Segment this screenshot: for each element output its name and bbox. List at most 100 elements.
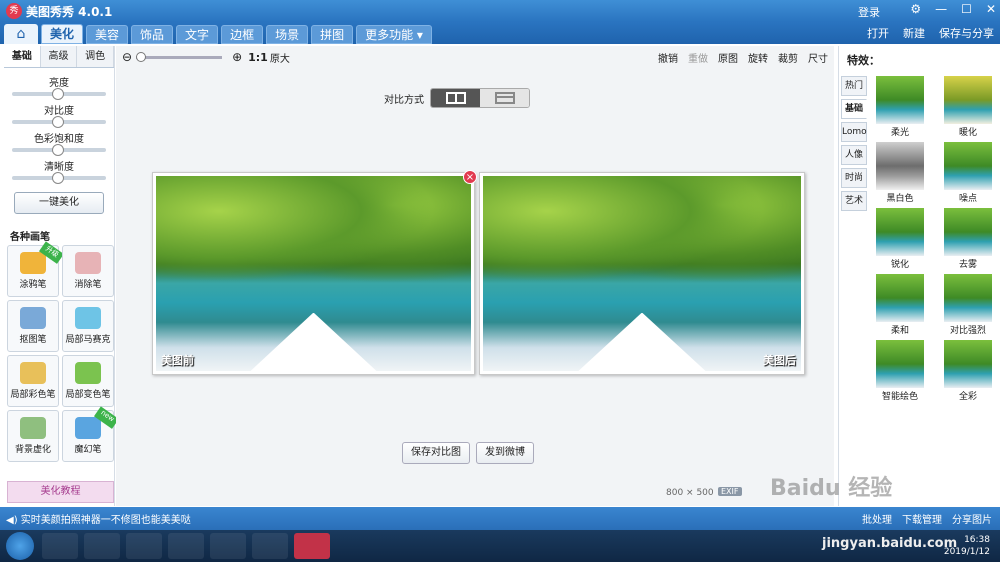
tab-beautify[interactable]: 美化 <box>41 24 84 44</box>
zoom-in-icon[interactable]: ⊕ <box>232 50 242 64</box>
send-weibo-button[interactable]: 发到微博 <box>476 442 534 464</box>
taskbar-app-icon[interactable] <box>84 533 120 559</box>
new-button[interactable]: 新建 <box>903 25 925 41</box>
effect-black-white[interactable]: 黑白色 <box>871 140 929 206</box>
resize-button[interactable]: 尺寸 <box>808 50 828 65</box>
effect-thumbnail <box>944 274 992 322</box>
mosaic-brush[interactable]: 局部马赛克 <box>62 300 114 352</box>
brightness-slider[interactable] <box>12 88 106 100</box>
tab-fashion[interactable]: 时尚 <box>841 168 867 188</box>
doodle-brush[interactable]: 涂鸦笔 升级 <box>7 241 64 297</box>
tab-text[interactable]: 文字 <box>176 25 219 44</box>
subtab-basic[interactable]: 基础 <box>4 46 41 67</box>
effect-noise[interactable]: 噪点 <box>939 140 997 206</box>
taskbar-app-icon[interactable] <box>252 533 288 559</box>
zoom-out-icon[interactable]: ⊖ <box>122 50 132 64</box>
tab-beauty[interactable]: 美容 <box>86 25 129 44</box>
after-photo: 美图后 <box>483 176 801 371</box>
before-photo-frame: 美图前 × <box>152 170 477 375</box>
effect-smart-color[interactable]: 智能绘色 <box>871 338 929 404</box>
zoom-knob[interactable] <box>136 51 147 62</box>
eraser-icon <box>75 252 101 274</box>
one-key-beautify-button[interactable]: 一键美化 <box>14 192 104 214</box>
undo-button[interactable]: 撤销 <box>658 50 678 65</box>
blur-background-brush[interactable]: 背景虚化 <box>7 410 59 462</box>
exif-badge[interactable]: EXIF <box>718 487 742 496</box>
mosaic-icon <box>75 307 101 329</box>
brightness-label: 亮度 <box>49 78 69 89</box>
tab-accessories[interactable]: 饰品 <box>131 25 174 44</box>
status-message[interactable]: ◀) 实时美颜拍照神器一不修图也能美美哒 <box>6 511 191 526</box>
effect-warm[interactable]: 暖化 <box>939 74 997 140</box>
original-button[interactable]: 原图 <box>718 50 738 65</box>
close-compare-icon[interactable]: × <box>463 170 477 184</box>
eraser-brush[interactable]: 消除笔 <box>62 245 114 297</box>
skin-icon[interactable]: ⚙ <box>910 2 921 16</box>
open-button[interactable]: 打开 <box>867 25 889 41</box>
subtab-color[interactable]: 调色 <box>77 46 115 67</box>
side-by-side-option[interactable] <box>431 89 480 107</box>
title-bar: 秀 美图秀秀 4.0.1 登录 ⚙ — ☐ ✕ <box>0 0 1000 22</box>
slider-knob[interactable] <box>52 88 64 100</box>
effect-soft[interactable]: 柔和 <box>871 272 929 338</box>
tutorial-button[interactable]: 美化教程 <box>7 481 114 503</box>
taskbar-app-icon[interactable] <box>210 533 246 559</box>
saturation-slider[interactable] <box>12 144 106 156</box>
rotate-button[interactable]: 旋转 <box>748 50 768 65</box>
taskbar-app-icon[interactable] <box>126 533 162 559</box>
effects-panel: 特效： 热门 基础 Lomo 人像 时尚 艺术 柔光 暖化 黑白色 噪点 锐化 … <box>838 46 1000 506</box>
cutout-brush[interactable]: 抠图笔 <box>7 300 59 352</box>
effect-high-contrast[interactable]: 对比强烈 <box>939 272 997 338</box>
close-icon[interactable]: ✕ <box>986 2 996 16</box>
zoom-slider[interactable] <box>136 51 223 62</box>
save-share-button[interactable]: 保存与分享 <box>939 25 994 41</box>
batch-button[interactable]: 批处理 <box>862 511 892 526</box>
recolor-brush[interactable]: 局部变色笔 <box>62 355 114 407</box>
tab-art[interactable]: 艺术 <box>841 191 867 211</box>
download-manager-button[interactable]: 下载管理 <box>902 511 942 526</box>
crop-button[interactable]: 裁剪 <box>778 50 798 65</box>
adjust-subtabs: 基础 高级 调色 <box>4 46 115 68</box>
original-size-label[interactable]: 原大 <box>270 50 290 65</box>
tab-hot[interactable]: 热门 <box>841 76 867 96</box>
tab-basic[interactable]: 基础 <box>841 99 867 119</box>
effect-soft-light[interactable]: 柔光 <box>871 74 929 140</box>
top-bottom-option[interactable] <box>480 89 529 107</box>
effect-thumbnail <box>944 340 992 388</box>
status-bar: ◀) 实时美颜拍照神器一不修图也能美美哒 批处理 下载管理 分享图片 <box>0 507 1000 530</box>
color-brush[interactable]: 局部彩色笔 <box>7 355 59 407</box>
home-icon[interactable]: ⌂ <box>4 24 38 44</box>
maximize-icon[interactable]: ☐ <box>961 2 972 16</box>
effect-sharpen[interactable]: 锐化 <box>871 206 929 272</box>
start-icon[interactable] <box>6 532 34 560</box>
effect-thumbnail <box>876 274 924 322</box>
tab-border[interactable]: 边框 <box>221 25 264 44</box>
taskbar-app-icon[interactable] <box>42 533 78 559</box>
slider-knob[interactable] <box>52 144 64 156</box>
taskbar-app-icon[interactable] <box>168 533 204 559</box>
magic-brush[interactable]: 魔幻笔 new <box>62 406 119 462</box>
sharpness-slider[interactable] <box>12 172 106 184</box>
login-link[interactable]: 登录 <box>858 4 880 20</box>
save-compare-button[interactable]: 保存对比图 <box>402 442 470 464</box>
slider-knob[interactable] <box>52 172 64 184</box>
tab-more[interactable]: 更多功能 ▾ <box>356 25 432 44</box>
tab-scene[interactable]: 场景 <box>266 25 309 44</box>
minimize-icon[interactable]: — <box>935 2 947 16</box>
redo-button[interactable]: 重做 <box>688 50 708 65</box>
actual-size-button[interactable]: 1:1 <box>248 51 268 64</box>
slider-knob[interactable] <box>52 116 64 128</box>
tab-collage[interactable]: 拼图 <box>311 25 354 44</box>
edit-tools: 撤销 重做 原图 旋转 裁剪 尺寸 <box>658 50 828 65</box>
contrast-label: 对比度 <box>44 106 74 117</box>
tab-lomo[interactable]: Lomo <box>841 122 867 142</box>
subtab-advanced[interactable]: 高级 <box>40 46 78 67</box>
app-title: 美图秀秀 4.0.1 <box>26 4 113 19</box>
effect-dehaze[interactable]: 去雾 <box>939 206 997 272</box>
effect-full-color[interactable]: 全彩 <box>939 338 997 404</box>
contrast-slider[interactable] <box>12 116 106 128</box>
share-image-button[interactable]: 分享图片 <box>952 511 992 526</box>
tab-portrait[interactable]: 人像 <box>841 145 867 165</box>
saturation-label: 色彩饱和度 <box>34 134 84 145</box>
taskbar-meitu-icon[interactable] <box>294 533 330 559</box>
